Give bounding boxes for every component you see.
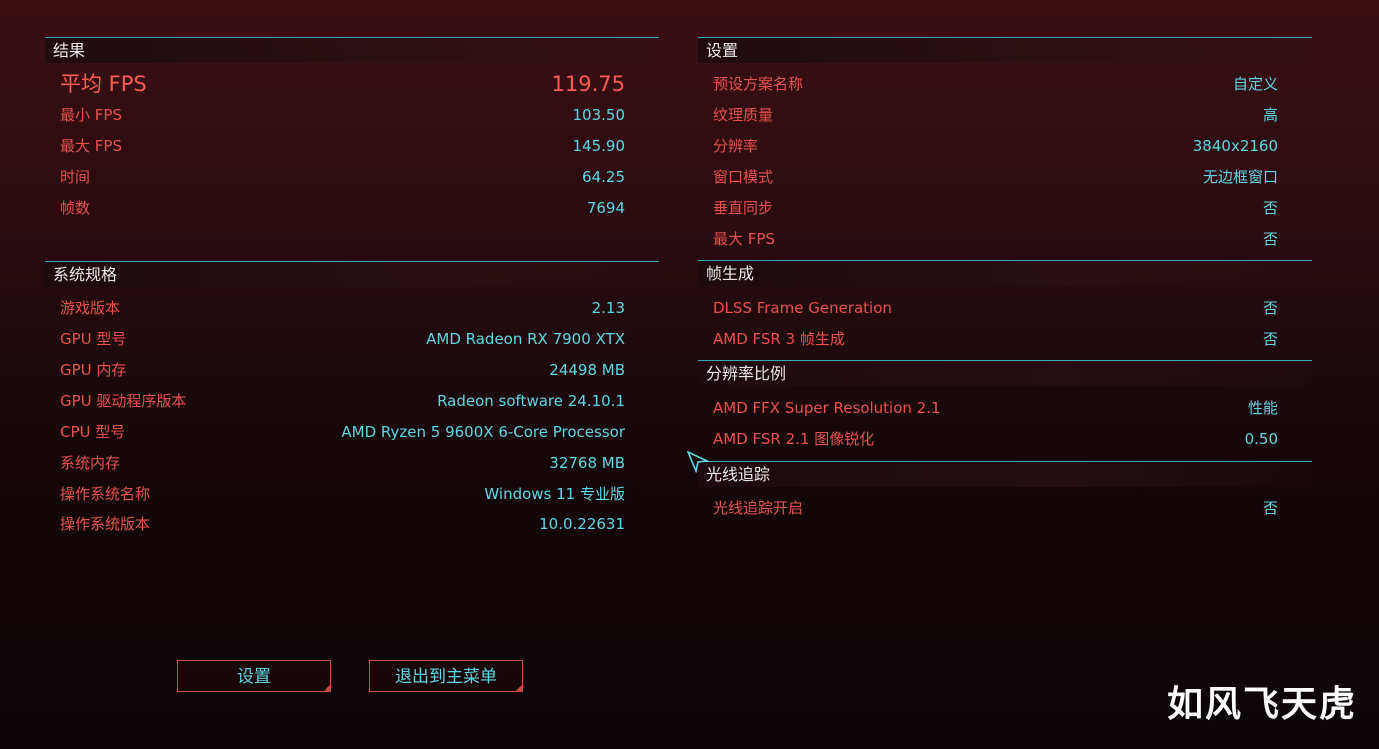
settings-row-resolution: 分辨率 3840x2160 xyxy=(713,134,1278,158)
results-title: 结果 xyxy=(53,41,86,60)
row-value: AMD Radeon RX 7900 XTX xyxy=(426,330,625,348)
frame-gen-header: 帧生成 xyxy=(698,260,1312,286)
row-key: AMD FSR 2.1 图像锐化 xyxy=(713,430,875,448)
ray-tracing-row-enabled: 光线追踪开启 否 xyxy=(713,496,1278,520)
row-key: 光线追踪开启 xyxy=(713,499,804,517)
row-key: GPU 型号 xyxy=(60,330,127,348)
exit-main-menu-button-label: 退出到主菜单 xyxy=(395,667,497,687)
row-key: 时间 xyxy=(60,168,91,186)
results-row-max-fps: 最大 FPS 145.90 xyxy=(60,134,625,158)
system-row-cpu-model: CPU 型号 AMD Ryzen 5 9600X 6-Core Processo… xyxy=(60,420,625,444)
system-header: 系统规格 xyxy=(45,261,659,287)
row-value: 145.90 xyxy=(572,137,626,155)
row-value: 103.50 xyxy=(572,106,626,124)
mouse-cursor-icon xyxy=(687,451,709,473)
row-key: AMD FSR 3 帧生成 xyxy=(713,330,845,348)
row-value: 否 xyxy=(1262,199,1278,217)
results-row-time: 时间 64.25 xyxy=(60,165,625,189)
row-value: 否 xyxy=(1262,299,1278,317)
row-value: Radeon software 24.10.1 xyxy=(437,392,625,410)
results-header: 结果 xyxy=(45,37,659,63)
row-value: Windows 11 专业版 xyxy=(484,485,625,503)
settings-row-window-mode: 窗口模式 无边框窗口 xyxy=(713,165,1278,189)
system-row-gpu-model: GPU 型号 AMD Radeon RX 7900 XTX xyxy=(60,327,625,351)
resolution-scaling-row-ffx: AMD FFX Super Resolution 2.1 性能 xyxy=(713,396,1278,420)
row-key: 平均 FPS xyxy=(60,72,147,96)
row-value: 0.50 xyxy=(1244,430,1278,448)
resolution-scaling-header: 分辨率比例 xyxy=(698,360,1312,386)
exit-main-menu-button[interactable]: 退出到主菜单 xyxy=(369,660,523,692)
results-row-min-fps: 最小 FPS 103.50 xyxy=(60,103,625,127)
row-value: 3840x2160 xyxy=(1192,137,1278,155)
row-value: 64.25 xyxy=(582,168,625,186)
row-key: 垂直同步 xyxy=(713,199,774,217)
system-row-os-name: 操作系统名称 Windows 11 专业版 xyxy=(60,482,625,506)
row-key: 预设方案名称 xyxy=(713,75,804,93)
row-value: AMD Ryzen 5 9600X 6-Core Processor xyxy=(341,423,625,441)
settings-row-texture: 纹理质量 高 xyxy=(713,103,1278,127)
settings-row-max-fps: 最大 FPS 否 xyxy=(713,227,1278,251)
settings-row-vsync: 垂直同步 否 xyxy=(713,196,1278,220)
resolution-scaling-title: 分辨率比例 xyxy=(706,364,787,383)
row-key: GPU 驱动程序版本 xyxy=(60,392,187,410)
row-key: DLSS Frame Generation xyxy=(713,299,892,317)
row-key: 纹理质量 xyxy=(713,106,774,124)
system-row-game-version: 游戏版本 2.13 xyxy=(60,296,625,320)
row-key: AMD FFX Super Resolution 2.1 xyxy=(713,399,941,417)
row-value: 7694 xyxy=(586,199,625,217)
resolution-scaling-row-sharpen: AMD FSR 2.1 图像锐化 0.50 xyxy=(713,427,1278,451)
row-key: 帧数 xyxy=(60,199,91,217)
watermark-text: 如风飞天虎 xyxy=(1166,684,1357,725)
frame-gen-row-dlss: DLSS Frame Generation 否 xyxy=(713,296,1278,320)
row-value: 否 xyxy=(1262,499,1278,517)
row-value: 无边框窗口 xyxy=(1202,168,1278,186)
row-key: 系统内存 xyxy=(60,454,121,472)
settings-header: 设置 xyxy=(698,37,1312,63)
row-key: 窗口模式 xyxy=(713,168,774,186)
ray-tracing-title: 光线追踪 xyxy=(706,465,771,484)
row-value: 性能 xyxy=(1247,399,1278,417)
row-key: 最大 FPS xyxy=(713,230,775,248)
system-title: 系统规格 xyxy=(53,265,118,284)
button-notch xyxy=(515,684,523,692)
row-key: 操作系统名称 xyxy=(60,485,151,503)
row-key: CPU 型号 xyxy=(60,423,126,441)
system-row-gpu-memory: GPU 内存 24498 MB xyxy=(60,358,625,382)
row-key: 最大 FPS xyxy=(60,137,122,155)
settings-button[interactable]: 设置 xyxy=(177,660,331,692)
row-value: 32768 MB xyxy=(549,454,625,472)
settings-row-preset: 预设方案名称 自定义 xyxy=(713,72,1278,96)
row-key: 游戏版本 xyxy=(60,299,121,317)
row-value: 119.75 xyxy=(551,72,625,96)
row-key: 分辨率 xyxy=(713,137,759,155)
system-row-os-version: 操作系统版本 10.0.22631 xyxy=(60,512,625,536)
row-value: 否 xyxy=(1262,230,1278,248)
system-row-gpu-driver: GPU 驱动程序版本 Radeon software 24.10.1 xyxy=(60,389,625,413)
ray-tracing-header: 光线追踪 xyxy=(698,461,1312,487)
frame-gen-title: 帧生成 xyxy=(706,264,755,283)
row-key: 操作系统版本 xyxy=(60,515,151,533)
row-value: 否 xyxy=(1262,330,1278,348)
row-value: 自定义 xyxy=(1232,75,1278,93)
system-row-ram: 系统内存 32768 MB xyxy=(60,451,625,475)
results-row-avg-fps: 平均 FPS 119.75 xyxy=(60,71,625,97)
row-value: 高 xyxy=(1262,106,1278,124)
row-key: GPU 内存 xyxy=(60,361,127,379)
frame-gen-row-fsr3: AMD FSR 3 帧生成 否 xyxy=(713,327,1278,351)
row-value: 24498 MB xyxy=(549,361,625,379)
row-key: 最小 FPS xyxy=(60,106,122,124)
button-notch xyxy=(323,684,331,692)
results-row-frames: 帧数 7694 xyxy=(60,196,625,220)
row-value: 2.13 xyxy=(591,299,625,317)
settings-button-label: 设置 xyxy=(237,667,271,687)
settings-title: 设置 xyxy=(706,41,739,60)
row-value: 10.0.22631 xyxy=(539,515,625,533)
